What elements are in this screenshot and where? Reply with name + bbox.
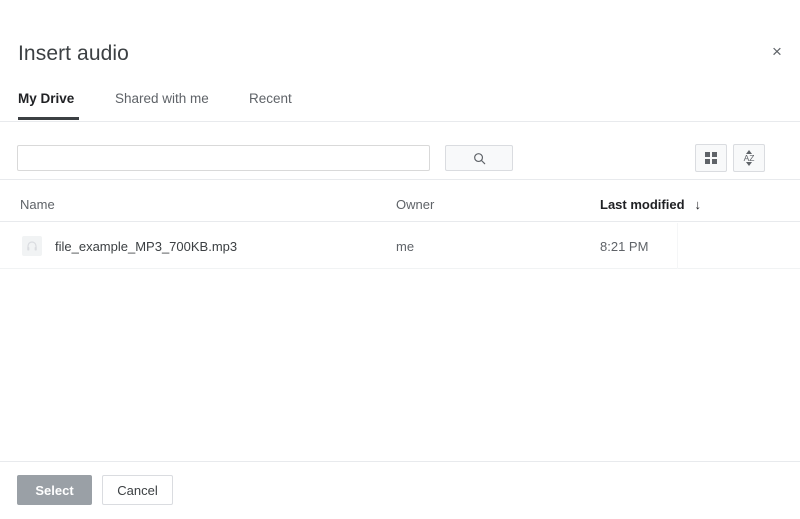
search-button[interactable] [445, 145, 513, 171]
row-column-divider [677, 223, 678, 269]
grid-view-button[interactable] [695, 144, 727, 172]
file-list: file_example_MP3_700KB.mp3 me 8:21 PM [0, 223, 800, 461]
file-owner: me [396, 239, 415, 254]
search-input[interactable] [17, 145, 430, 171]
cancel-button[interactable]: Cancel [102, 475, 173, 505]
dialog-header: Insert audio × [0, 0, 800, 82]
column-header-last-modified[interactable]: Last modified ↓ [600, 197, 701, 212]
audio-file-icon [22, 236, 42, 256]
sort-descending-arrow-icon: ↓ [694, 197, 702, 212]
column-header-last-modified-label: Last modified [600, 197, 685, 212]
tab-my-drive[interactable]: My Drive [18, 82, 74, 122]
tab-shared-with-me[interactable]: Shared with me [115, 82, 209, 122]
svg-text:AZ: AZ [744, 153, 755, 163]
file-name: file_example_MP3_700KB.mp3 [55, 239, 238, 254]
select-button[interactable]: Select [17, 475, 92, 505]
tab-recent[interactable]: Recent [249, 82, 292, 122]
table-column-headers: Name Owner Last modified ↓ [0, 184, 800, 222]
insert-audio-dialog: Insert audio × My Drive Shared with me R… [0, 0, 800, 519]
grid-view-icon [705, 152, 717, 164]
dialog-footer: Select Cancel [0, 461, 800, 519]
file-last-modified: 8:21 PM [600, 239, 649, 254]
column-header-owner[interactable]: Owner [396, 197, 434, 212]
column-header-name[interactable]: Name [20, 197, 55, 212]
headphones-icon [27, 241, 37, 251]
search-icon [473, 152, 485, 164]
page-title: Insert audio [18, 42, 129, 65]
sort-az-icon: AZ [744, 150, 755, 166]
active-tab-indicator [18, 117, 79, 120]
tab-bar: My Drive Shared with me Recent [0, 82, 800, 122]
table-row[interactable]: file_example_MP3_700KB.mp3 me 8:21 PM [0, 223, 800, 269]
sort-button[interactable]: AZ [733, 144, 765, 172]
close-icon[interactable]: × [764, 38, 790, 64]
